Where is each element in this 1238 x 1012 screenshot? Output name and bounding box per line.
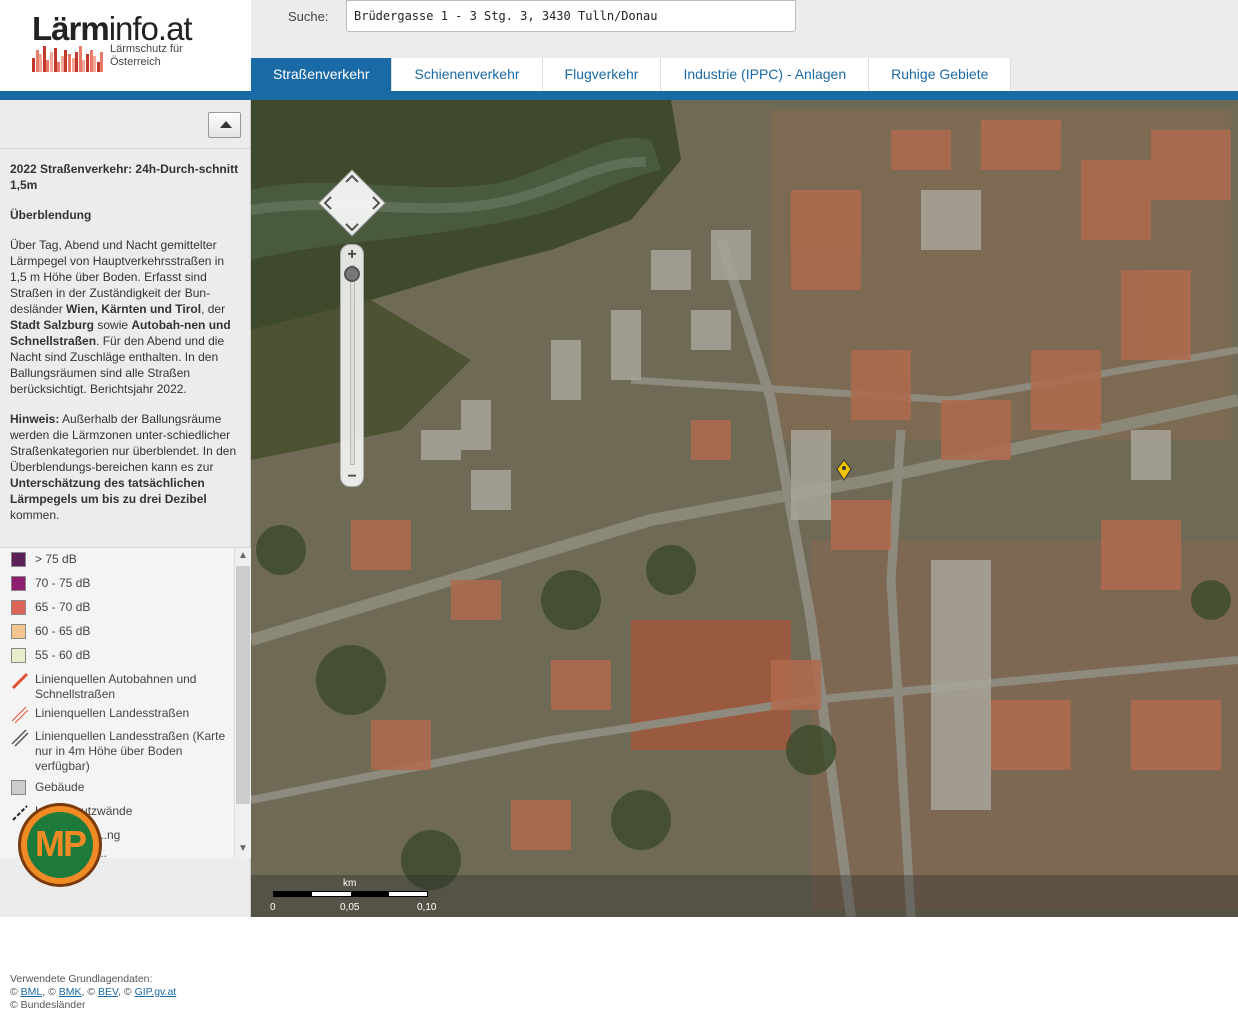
logo-bar [68, 54, 71, 72]
logo-bars-graphic [32, 44, 106, 72]
logo-bar [60, 56, 64, 72]
aerial-imagery [251, 100, 1238, 917]
logo-bar [46, 60, 50, 72]
scale-tick: 0 [270, 902, 276, 913]
data-credits: Verwendete Grundlagendaten: © BML, © BMK… [10, 973, 177, 1011]
description-paragraph: Über Tag, Abend und Nacht gemittelter Lä… [10, 238, 231, 396]
header: Lärminfo.at Lärmschutz für Österreich Su… [0, 0, 1238, 100]
scale-line [273, 891, 428, 897]
legend-swatch [11, 600, 26, 615]
logo-bar [75, 52, 79, 72]
legend-swatch [11, 624, 26, 639]
zoom-out-button[interactable]: − [344, 469, 360, 485]
logo-bar [35, 50, 39, 72]
logo-bar [32, 58, 35, 72]
logo-bar [42, 46, 46, 72]
hint-paragraph: Hinweis: Außerhalb der Ballungsräume wer… [10, 412, 237, 522]
header-divider [0, 91, 1238, 100]
scroll-up-icon[interactable]: ▲ [238, 551, 248, 561]
zoom-slider-handle[interactable] [344, 266, 360, 282]
double-grey-line-icon [11, 729, 29, 747]
logo-bar [93, 56, 97, 72]
credit-link-bml[interactable]: BML [21, 986, 43, 998]
credit-link-gip[interactable]: GIP.gv.at [135, 986, 177, 998]
mp-watermark-logo: MP [18, 803, 102, 887]
legend-swatch [11, 648, 26, 663]
tab-flugverkehr[interactable]: Flugverkehr [542, 58, 662, 91]
logo-bar [71, 58, 75, 72]
scale-tick: 0,05 [340, 902, 360, 913]
scale-tick: 0,10 [417, 902, 437, 913]
site-logo[interactable]: Lärminfo.at Lärmschutz für Österreich [0, 0, 251, 92]
zoom-control: + − [340, 244, 364, 487]
category-tabs: Straßenverkehr Schienenverkehr Flugverke… [251, 58, 1238, 91]
legend-swatch [11, 552, 26, 567]
tab-ruhige-gebiete[interactable]: Ruhige Gebiete [869, 58, 1012, 91]
logo-bar [57, 62, 61, 72]
logo-bar [39, 54, 43, 72]
location-marker-icon[interactable] [836, 459, 852, 481]
logo-bar [53, 48, 57, 72]
zoom-track[interactable] [350, 265, 355, 465]
search-input[interactable] [346, 0, 796, 32]
logo-bar [64, 50, 68, 72]
credit-link-bmk[interactable]: BMK [59, 986, 82, 998]
logo-bar [86, 54, 89, 72]
layer-subheading: Überblendung [10, 208, 92, 222]
search-area: Suche: [251, 0, 1238, 58]
red-line-icon [11, 672, 29, 690]
collapse-panel-button[interactable] [208, 112, 241, 138]
logo-tagline: Lärmschutz für Österreich [110, 43, 183, 68]
scale-unit: km [343, 878, 357, 889]
logo-bar [82, 60, 86, 72]
zoom-in-button[interactable]: + [344, 247, 360, 263]
scroll-down-icon[interactable]: ▼ [238, 844, 248, 854]
logo-bar [50, 52, 53, 72]
scale-bar: km 0 0,05 0,10 [251, 875, 1238, 917]
aerial-map[interactable]: + − km 0 0,05 0,10 [251, 100, 1238, 917]
layer-title: 2022 Straßenverkehr: 24h-Durch-schnitt 1… [10, 162, 239, 192]
logo-bar [78, 46, 82, 72]
legend-swatch [11, 576, 26, 591]
logo-bar [96, 62, 100, 72]
tab-schienenverkehr[interactable]: Schienenverkehr [392, 58, 543, 91]
tab-strassenverkehr[interactable]: Straßenverkehr [251, 58, 393, 91]
logo-bar [89, 50, 93, 72]
pan-control[interactable] [317, 168, 387, 238]
credit-link-bev[interactable]: BEV [98, 986, 118, 998]
logo-bar [100, 52, 104, 72]
scrollbar-thumb[interactable] [236, 566, 250, 804]
layer-description: 2022 Straßenverkehr: 24h-Durch-schnitt 1… [10, 161, 242, 537]
legend-scrollbar[interactable]: ▲ ▼ [234, 548, 251, 858]
tab-industrie[interactable]: Industrie (IPPC) - Anlagen [661, 58, 870, 91]
legend-swatch [11, 780, 26, 795]
divider [0, 148, 250, 149]
search-label: Suche: [288, 9, 329, 24]
sidebar: 2022 Straßenverkehr: 24h-Durch-schnitt 1… [0, 100, 251, 1011]
double-red-line-icon [11, 706, 29, 724]
